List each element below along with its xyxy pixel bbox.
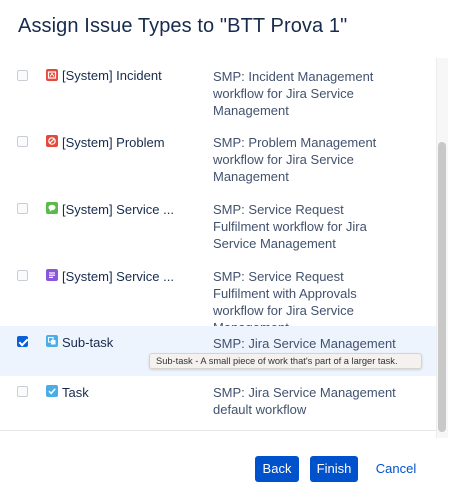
service-request-icon [46,202,58,214]
subtask-icon [46,335,58,347]
issue-type-name: Sub-task [62,335,114,350]
issue-type-row-task[interactable]: Task SMP: Jira Service Management defaul… [0,376,436,430]
scrollbar-thumb[interactable] [438,142,446,432]
checkbox-sub-task[interactable] [17,336,28,347]
finish-button[interactable]: Finish [310,456,358,482]
issue-type-row-problem[interactable]: [System] Problem SMP: Problem Management… [0,124,436,191]
issue-type-name: [System] Problem [62,135,165,150]
service-request-approvals-icon [46,269,58,281]
task-icon [46,385,58,397]
issue-type-name: [System] Service ... [62,202,174,217]
cancel-button[interactable]: Cancel [370,456,422,482]
workflow-description: SMP: Service Request Fulfilment workflow… [213,202,367,251]
issue-type-name: [System] Incident [62,68,162,83]
workflow-description: SMP: Jira Service Management [213,336,396,351]
checkbox-service-request[interactable] [17,203,28,214]
workflow-description: SMP: Jira Service Management default wor… [213,385,396,417]
checkbox-incident[interactable] [17,70,28,81]
issue-type-name: [System] Service ... [62,269,174,284]
dialog-title: Assign Issue Types to "BTT Prova 1" [18,15,348,37]
issue-type-list: [System] Incident SMP: Incident Manageme… [0,58,436,430]
checkbox-problem[interactable] [17,136,28,147]
sub-task-tooltip: Sub-task - A small piece of work that's … [149,353,422,369]
incident-icon [46,69,58,81]
issue-type-row-incident[interactable]: [System] Incident SMP: Incident Manageme… [0,58,436,124]
issue-type-row-service-request-approvals[interactable]: [System] Service ... SMP: Service Reques… [0,258,436,335]
problem-icon [46,135,58,147]
checkbox-task[interactable] [17,386,28,397]
issue-type-name: Task [62,385,89,400]
assign-issue-types-dialog: Assign Issue Types to "BTT Prova 1" [Sys… [0,0,452,500]
workflow-description: SMP: Problem Management workflow for Jir… [213,135,377,184]
checkbox-service-request-approvals[interactable] [17,270,28,281]
footer-divider [0,430,436,431]
issue-type-row-service-request[interactable]: [System] Service ... SMP: Service Reques… [0,191,436,258]
back-button[interactable]: Back [255,456,299,482]
workflow-description: SMP: Incident Management workflow for Ji… [213,69,374,118]
